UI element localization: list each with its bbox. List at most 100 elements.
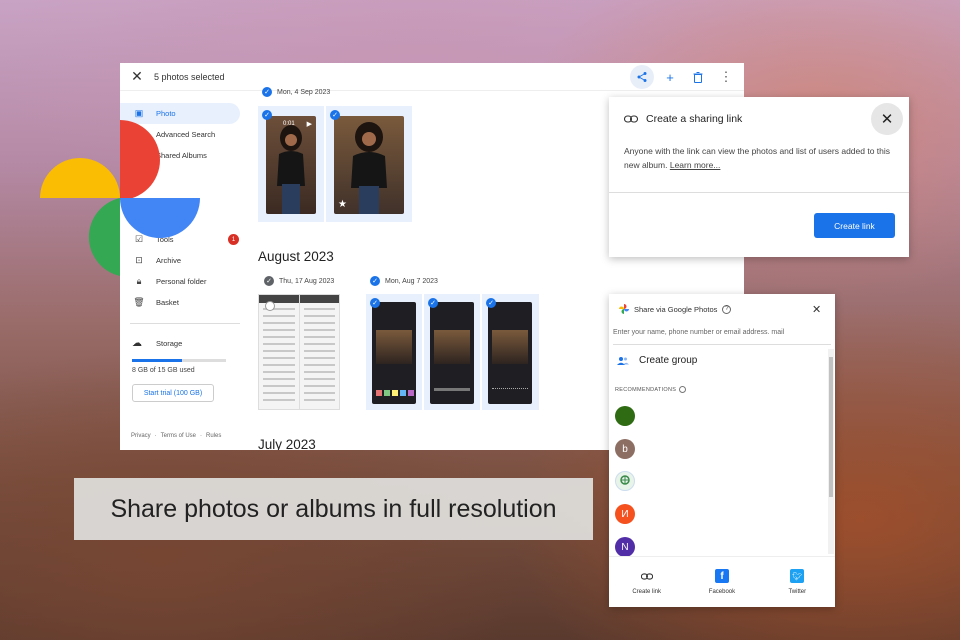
filter-swatch	[408, 390, 414, 396]
share-option-create-link[interactable]: Create link	[617, 569, 677, 595]
filter-swatch	[384, 390, 390, 396]
close-selection-icon[interactable]: ✕	[120, 68, 154, 85]
screenshot-header	[299, 295, 339, 303]
help-icon[interactable]: ?	[722, 304, 732, 314]
caption-banner: Share photos or albums in full resolutio…	[74, 478, 593, 540]
contact-avatar[interactable]: b	[615, 439, 635, 459]
terms-link[interactable]: Terms of Use	[161, 433, 196, 439]
facebook-icon: f	[714, 569, 729, 583]
check-icon[interactable]: ✓	[330, 110, 340, 120]
link-icon	[640, 569, 654, 583]
create-link-button[interactable]: Create link	[814, 213, 895, 238]
storage-progress	[132, 359, 226, 362]
edit-tools-row	[492, 388, 528, 392]
unchecked-circle-icon[interactable]	[265, 301, 275, 311]
text-line	[303, 392, 335, 394]
text-line	[263, 371, 295, 373]
contact-avatar[interactable]: И	[615, 504, 635, 524]
google-photos-small-icon	[619, 304, 629, 314]
text-line	[263, 392, 295, 394]
photo-thumbnail: 0:01 ▶	[266, 116, 316, 214]
close-panel-icon[interactable]: ✕	[812, 303, 821, 316]
twitter-icon: 🐦︎	[790, 569, 805, 583]
storage-progress-fill	[132, 359, 182, 362]
add-icon[interactable]: +	[658, 65, 682, 89]
video-icon: ▶	[306, 121, 312, 128]
sidebar-item-basket[interactable]: 🗑︎ Basket	[120, 292, 245, 313]
text-line	[303, 336, 335, 338]
cloud-icon: ☁	[132, 338, 142, 349]
share-option-facebook[interactable]: f Facebook	[692, 569, 752, 595]
check-icon[interactable]: ✓	[264, 276, 274, 286]
text-line	[263, 357, 295, 359]
contact-avatar[interactable]: N	[615, 537, 635, 557]
check-icon[interactable]: ✓	[370, 298, 380, 308]
storage-link[interactable]: ☁ Storage	[120, 338, 245, 349]
rules-link[interactable]: Rules	[206, 433, 221, 439]
tools-badge: 1	[228, 234, 239, 245]
text-line	[263, 350, 295, 352]
text-line	[263, 336, 295, 338]
text-line	[303, 364, 335, 366]
learn-more-link[interactable]: Learn more...	[670, 160, 721, 170]
selected-count: 5 photos selected	[154, 71, 225, 82]
contact-avatar[interactable]	[615, 471, 635, 491]
check-icon[interactable]: ✓	[262, 110, 272, 120]
month-header-july: July 2023	[258, 437, 316, 450]
text-line	[303, 378, 335, 380]
photo-tile-edit-1[interactable]: ✓	[366, 294, 422, 410]
google-photos-logo-icon	[40, 120, 200, 276]
photo-preview	[434, 330, 470, 364]
text-line	[263, 322, 295, 324]
check-icon[interactable]: ✓	[262, 87, 272, 97]
contacts-scrollbar[interactable]	[828, 349, 834, 554]
share-via-google-photos-panel: Share via Google Photos ? ✕ Enter your n…	[609, 294, 835, 607]
create-group-button[interactable]: Create group	[617, 355, 697, 366]
filter-swatch	[376, 390, 382, 396]
date-header-aug7[interactable]: ✓ Mon, Aug 7 2023	[370, 276, 438, 286]
text-line	[303, 399, 335, 401]
check-icon[interactable]: ✓	[428, 298, 438, 308]
text-line	[263, 329, 295, 331]
check-icon[interactable]: ✓	[370, 276, 380, 286]
video-duration: 0:01	[283, 121, 295, 127]
dialog-description: Anyone with the link can view the photos…	[624, 146, 891, 170]
text-line	[303, 322, 335, 324]
privacy-link[interactable]: Privacy	[131, 433, 151, 439]
dialog-title: Create a sharing link	[624, 113, 742, 125]
photo-tile-edit-3[interactable]: ✓	[482, 294, 539, 410]
photo-tile-portrait[interactable]: ★ ✓	[326, 106, 412, 222]
more-options-icon[interactable]: ⋮	[714, 65, 738, 89]
screenshot-tile[interactable]	[258, 294, 340, 410]
screenshot-page	[299, 295, 339, 409]
close-dialog-button[interactable]: ✕	[871, 103, 903, 135]
recipient-input[interactable]: Enter your name, phone number or email a…	[613, 329, 831, 345]
footer-separator: ·	[154, 433, 157, 439]
photo-tile-edit-2[interactable]: ✓	[424, 294, 480, 410]
storage-used: 8 GB of 15 GB used	[132, 367, 195, 374]
scrollbar-thumb[interactable]	[829, 357, 833, 497]
start-trial-button[interactable]: Start trial (100 GB)	[132, 384, 214, 402]
filter-strip	[376, 390, 414, 396]
text-line	[303, 308, 335, 310]
adjust-slider	[434, 388, 470, 391]
date-header-aug17[interactable]: ✓ Thu, 17 Aug 2023	[264, 276, 334, 286]
text-line	[303, 343, 335, 345]
text-line	[303, 385, 335, 387]
contact-avatar[interactable]	[615, 406, 635, 426]
photo-tile-video[interactable]: 0:01 ▶ ✓	[258, 106, 324, 222]
text-line	[263, 385, 295, 387]
date-header-sep4[interactable]: ✓ Mon, 4 Sep 2023	[262, 87, 330, 97]
trash-icon[interactable]	[686, 65, 710, 89]
text-line	[303, 357, 335, 359]
share-option-twitter[interactable]: 🐦︎ Twitter	[767, 569, 827, 595]
filter-swatch	[400, 390, 406, 396]
text-line	[263, 364, 295, 366]
text-line	[263, 343, 295, 345]
share-icon[interactable]	[630, 65, 654, 89]
text-line	[303, 315, 335, 317]
group-icon	[617, 356, 629, 365]
check-icon[interactable]: ✓	[486, 298, 496, 308]
link-icon	[624, 115, 638, 123]
text-line	[303, 371, 335, 373]
